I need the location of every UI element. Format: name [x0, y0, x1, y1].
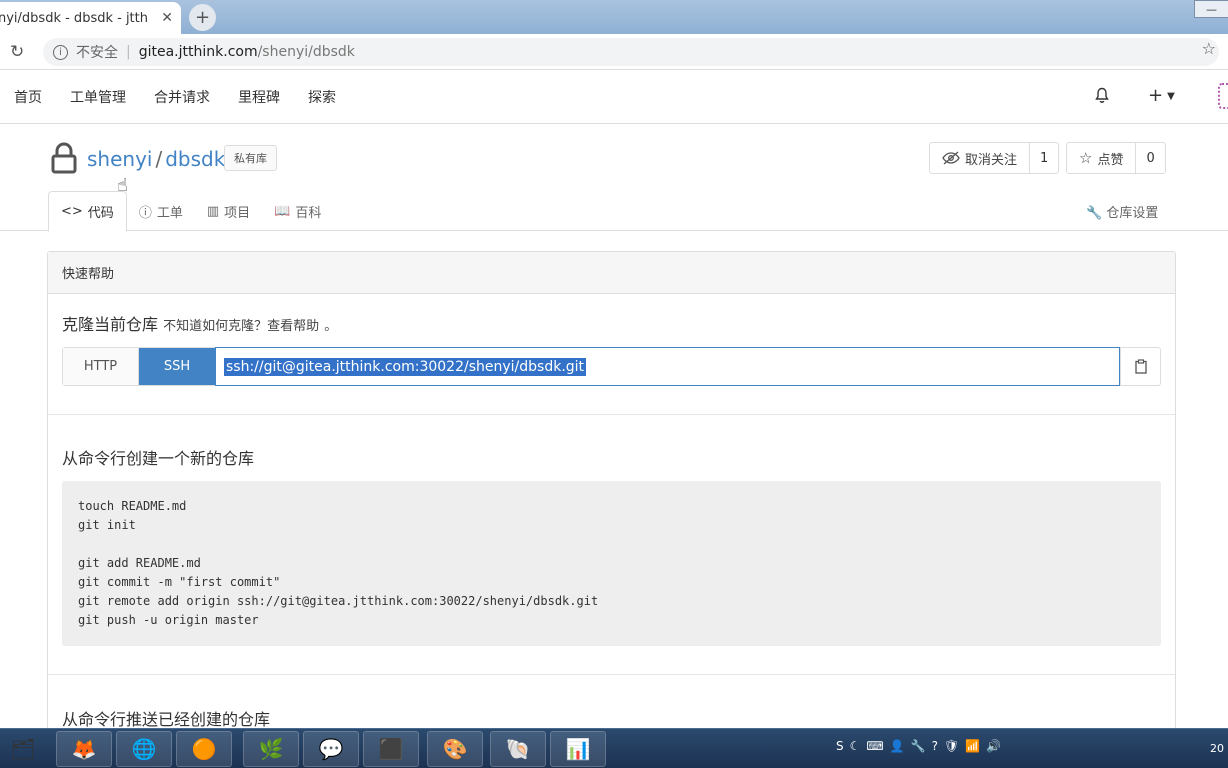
moon-icon[interactable]: ☾	[850, 739, 861, 753]
url-host: gitea.jtthink.com	[138, 44, 258, 60]
shield-icon[interactable]: 🛡	[944, 739, 959, 753]
repo-name-link[interactable]: dbsdk	[165, 147, 225, 171]
push-existing-title: 从命令行推送已经创建的仓库	[62, 710, 271, 729]
repo-header: shenyi / dbsdk 私有库 ☝ 取消关注 1 ☆ 点赞 0 <> 代码 ⓘ 工…	[0, 124, 1228, 232]
clone-url-bar: HTTP SSH ssh://git@gitea.jtthink.com:300…	[62, 347, 1161, 386]
issue-icon: ⓘ	[138, 205, 152, 221]
browser-tabstrip: nyi/dbsdk - dbsdk - jtthink ✕ + —	[0, 0, 1228, 34]
private-badge: 私有库	[224, 145, 277, 171]
tab-projects-label: 项目	[224, 205, 251, 221]
user-avatar[interactable]	[1218, 83, 1228, 109]
tab-code[interactable]: <> 代码	[48, 191, 127, 232]
nav-pulls[interactable]: 合并请求	[140, 87, 224, 107]
nav-issues[interactable]: 工单管理	[56, 87, 140, 107]
star-label: 点赞	[1097, 152, 1124, 168]
star-button-group: ☆ 点赞 0	[1066, 142, 1166, 174]
volume-icon[interactable]: 🔊	[986, 739, 1001, 753]
orange-app-icon[interactable]: 🟠	[176, 731, 232, 767]
url-path: /shenyi/dbsdk	[257, 44, 355, 60]
new-repo-title: 从命令行创建一个新的仓库	[62, 449, 255, 468]
watch-count[interactable]: 1	[1029, 143, 1058, 173]
tab-title: nyi/dbsdk - dbsdk - jtthink	[0, 10, 148, 26]
clone-hint: 不知道如何克隆？查看	[163, 319, 294, 334]
book-icon: 📖	[274, 203, 291, 219]
repo-tabs: <> 代码 ⓘ 工单 ▥ 项目 📖 百科	[48, 191, 333, 232]
site-navbar: 首页 工单管理 合并请求 里程碑 探索 + ▼	[0, 71, 1228, 124]
browser-tab-active[interactable]: nyi/dbsdk - dbsdk - jtthink ✕	[0, 2, 181, 34]
tab-projects[interactable]: ▥ 项目	[195, 191, 262, 231]
file-explorer-icon[interactable]: 🗂	[2, 731, 44, 767]
color-app-icon[interactable]: 🎨	[427, 731, 483, 767]
chrome-icon[interactable]: 🌐	[116, 731, 172, 767]
tab-code-label: 代码	[87, 206, 114, 221]
wechat-icon[interactable]: 💬	[303, 731, 359, 767]
star-count[interactable]: 0	[1135, 143, 1164, 173]
window-minimize-button[interactable]: —	[1194, 0, 1228, 18]
repo-settings-link[interactable]: 🔧 仓库设置	[1086, 202, 1158, 221]
tab-close-icon[interactable]: ✕	[161, 10, 173, 26]
address-separator: |	[126, 44, 131, 60]
bookmark-star-icon[interactable]: ☆	[1202, 39, 1216, 58]
firefox-icon[interactable]: 🦊	[56, 731, 112, 767]
notification-bell-icon[interactable]	[1094, 87, 1110, 108]
unwatch-button[interactable]: 取消关注	[930, 143, 1029, 173]
browser-toolbar: ↻ i 不安全 | gitea.jtthink.com/shenyi/dbsdk…	[0, 34, 1228, 70]
insecure-label: 不安全	[76, 45, 118, 61]
info-icon[interactable]: i	[53, 44, 68, 60]
clone-hint-end: 。	[324, 319, 338, 334]
snail-app-icon[interactable]: 🐚	[490, 731, 546, 767]
taskbar-clock[interactable]: 20	[1210, 742, 1224, 755]
new-tab-button[interactable]: +	[189, 4, 216, 31]
watch-button-group: 取消关注 1	[929, 142, 1060, 174]
nav-home[interactable]: 首页	[0, 87, 56, 107]
clipboard-icon[interactable]	[1120, 348, 1160, 385]
clone-url-text: ssh://git@gitea.jtthink.com:30022/shenyi…	[224, 357, 587, 376]
clone-title-text: 克隆当前仓库	[62, 315, 159, 334]
clone-help-link[interactable]: 帮助	[293, 319, 319, 334]
lock-icon	[51, 142, 77, 174]
http-button[interactable]: HTTP	[63, 348, 139, 385]
reload-icon[interactable]: ↻	[10, 42, 24, 62]
wrench-icon: 🔧	[1086, 206, 1103, 221]
tab-issues[interactable]: ⓘ 工单	[127, 191, 195, 231]
nav-milestones[interactable]: 里程碑	[224, 87, 294, 107]
ssh-button[interactable]: SSH	[139, 348, 215, 385]
repo-owner-link[interactable]: shenyi	[87, 147, 152, 171]
user-icon[interactable]: 👤	[890, 739, 905, 753]
star-button[interactable]: ☆ 点赞	[1067, 143, 1135, 173]
repo-slash: /	[155, 147, 163, 171]
teal-app-icon[interactable]: 🌿	[243, 731, 299, 767]
wrench-tray-icon[interactable]: 🔧	[911, 739, 926, 753]
clone-section: 克隆当前仓库 不知道如何克隆？查看帮助 。 HTTP SSH ssh://git…	[48, 294, 1175, 415]
system-tray: S ☾ ⌨ 👤 🔧 ? 🛡 📶 🔊	[836, 739, 1001, 753]
network-icon[interactable]: 📶	[965, 739, 980, 753]
clone-url-input[interactable]: ssh://git@gitea.jtthink.com:30022/shenyi…	[215, 347, 1120, 386]
create-new-dropdown[interactable]: + ▼	[1148, 85, 1175, 106]
tab-issues-label: 工单	[156, 205, 183, 221]
powerpoint-icon[interactable]: 📊	[550, 731, 606, 767]
quickstart-panel: 快速帮助 克隆当前仓库 不知道如何克隆？查看帮助 。 HTTP SSH ssh:…	[47, 251, 1176, 741]
nav-explore[interactable]: 探索	[294, 87, 350, 107]
repo-settings-label: 仓库设置	[1106, 206, 1159, 221]
code-icon: <>	[61, 204, 83, 219]
address-bar[interactable]: i 不安全 | gitea.jtthink.com/shenyi/dbsdk	[43, 38, 1219, 66]
project-board-icon: ▥	[206, 203, 220, 219]
goland-icon[interactable]: ⬛	[363, 731, 419, 767]
eye-slash-icon	[942, 151, 960, 165]
help-icon[interactable]: ?	[932, 739, 938, 753]
os-taskbar: 🗂 🦊 🌐 🟠 🌿 💬 ⬛ 🎨 🐚 📊 S ☾ ⌨ 👤 🔧 ? 🛡 📶 🔊 20	[0, 728, 1228, 768]
new-repo-code-block: touch README.md git init git add README.…	[62, 481, 1161, 646]
repo-title: shenyi / dbsdk	[87, 147, 225, 171]
tab-wiki-label: 百科	[295, 205, 322, 221]
quickstart-header: 快速帮助	[48, 252, 1175, 294]
keyboard-icon[interactable]: ⌨	[866, 739, 883, 753]
unwatch-label: 取消关注	[965, 152, 1018, 168]
clone-title: 克隆当前仓库 不知道如何克隆？查看帮助 。	[62, 311, 337, 335]
tab-wiki[interactable]: 📖 百科	[262, 191, 333, 231]
star-icon: ☆	[1079, 149, 1093, 167]
ime-icon[interactable]: S	[836, 739, 844, 753]
